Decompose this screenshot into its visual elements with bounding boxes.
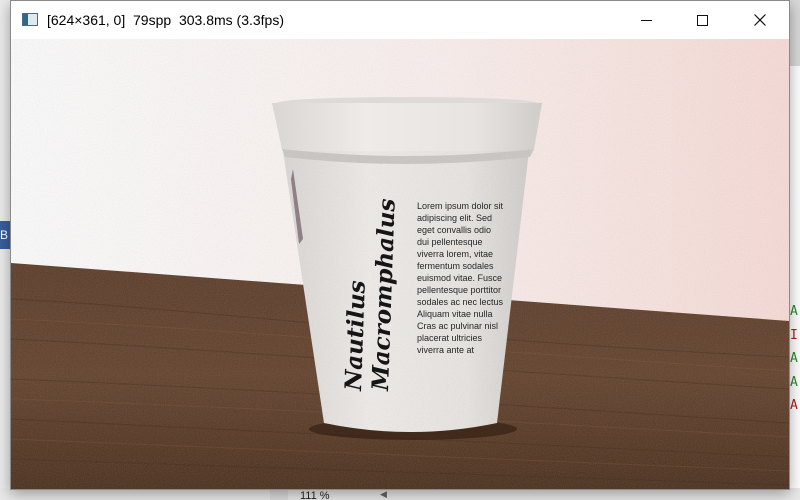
cup-body-line: dui pellentesque [417,237,483,247]
zoom-level[interactable]: 111 % [300,490,330,500]
cup-body-line: Aliquam vitae nulla [417,309,493,319]
cup-body-line: viverra lorem, vitae [417,249,493,259]
log-letter: A [790,304,798,319]
rendered-scene: Nautilus Macromphalus Lorem ipsum dolor … [11,39,789,489]
cup-body-line: eget convallis odio [417,225,491,235]
app-icon [22,13,38,26]
title-bar[interactable]: [624×361, 0] 79spp 303.8ms (3.3fps) [11,1,789,39]
minimize-icon [640,19,652,21]
background-app-right-panel [790,0,800,500]
cup-body-line: euismod vitae. Fusce [417,273,502,283]
maximize-button[interactable] [679,1,725,39]
log-letter: I [790,327,798,343]
cup-body-line: Cras ac pulvinar nisl [417,321,498,331]
cup-body-line: fermentum sodales [417,261,494,271]
cup-title-line-1: Nautilus [340,280,371,392]
window-title: [624×361, 0] 79spp 303.8ms (3.3fps) [47,12,284,28]
close-icon [754,14,766,26]
log-letter: A [790,398,798,413]
cup-body-line: pellentesque porttitor [417,285,501,295]
background-log-letters: A I A A A [790,300,800,418]
log-letter: A [790,351,798,366]
close-button[interactable] [737,1,783,39]
log-letter: A [790,374,798,390]
scroll-left-icon[interactable]: ◀ [380,489,387,500]
maximize-icon [696,14,708,26]
background-app-right-header [790,0,800,66]
cup-body-line: sodales ac nec lectus [417,297,504,307]
render-window: [624×361, 0] 79spp 303.8ms (3.3fps) Naut… [10,0,790,490]
render-viewport[interactable]: Nautilus Macromphalus Lorem ipsum dolor … [11,39,789,489]
cup-body-line: Lorem ipsum dolor sit [417,201,504,211]
cup-body-line: viverra ante at [417,345,475,355]
cup-body-line: adipiscing elit. Sed [417,213,492,223]
minimize-button[interactable] [623,1,669,39]
cup-body-line: placerat ultricies [417,333,483,343]
